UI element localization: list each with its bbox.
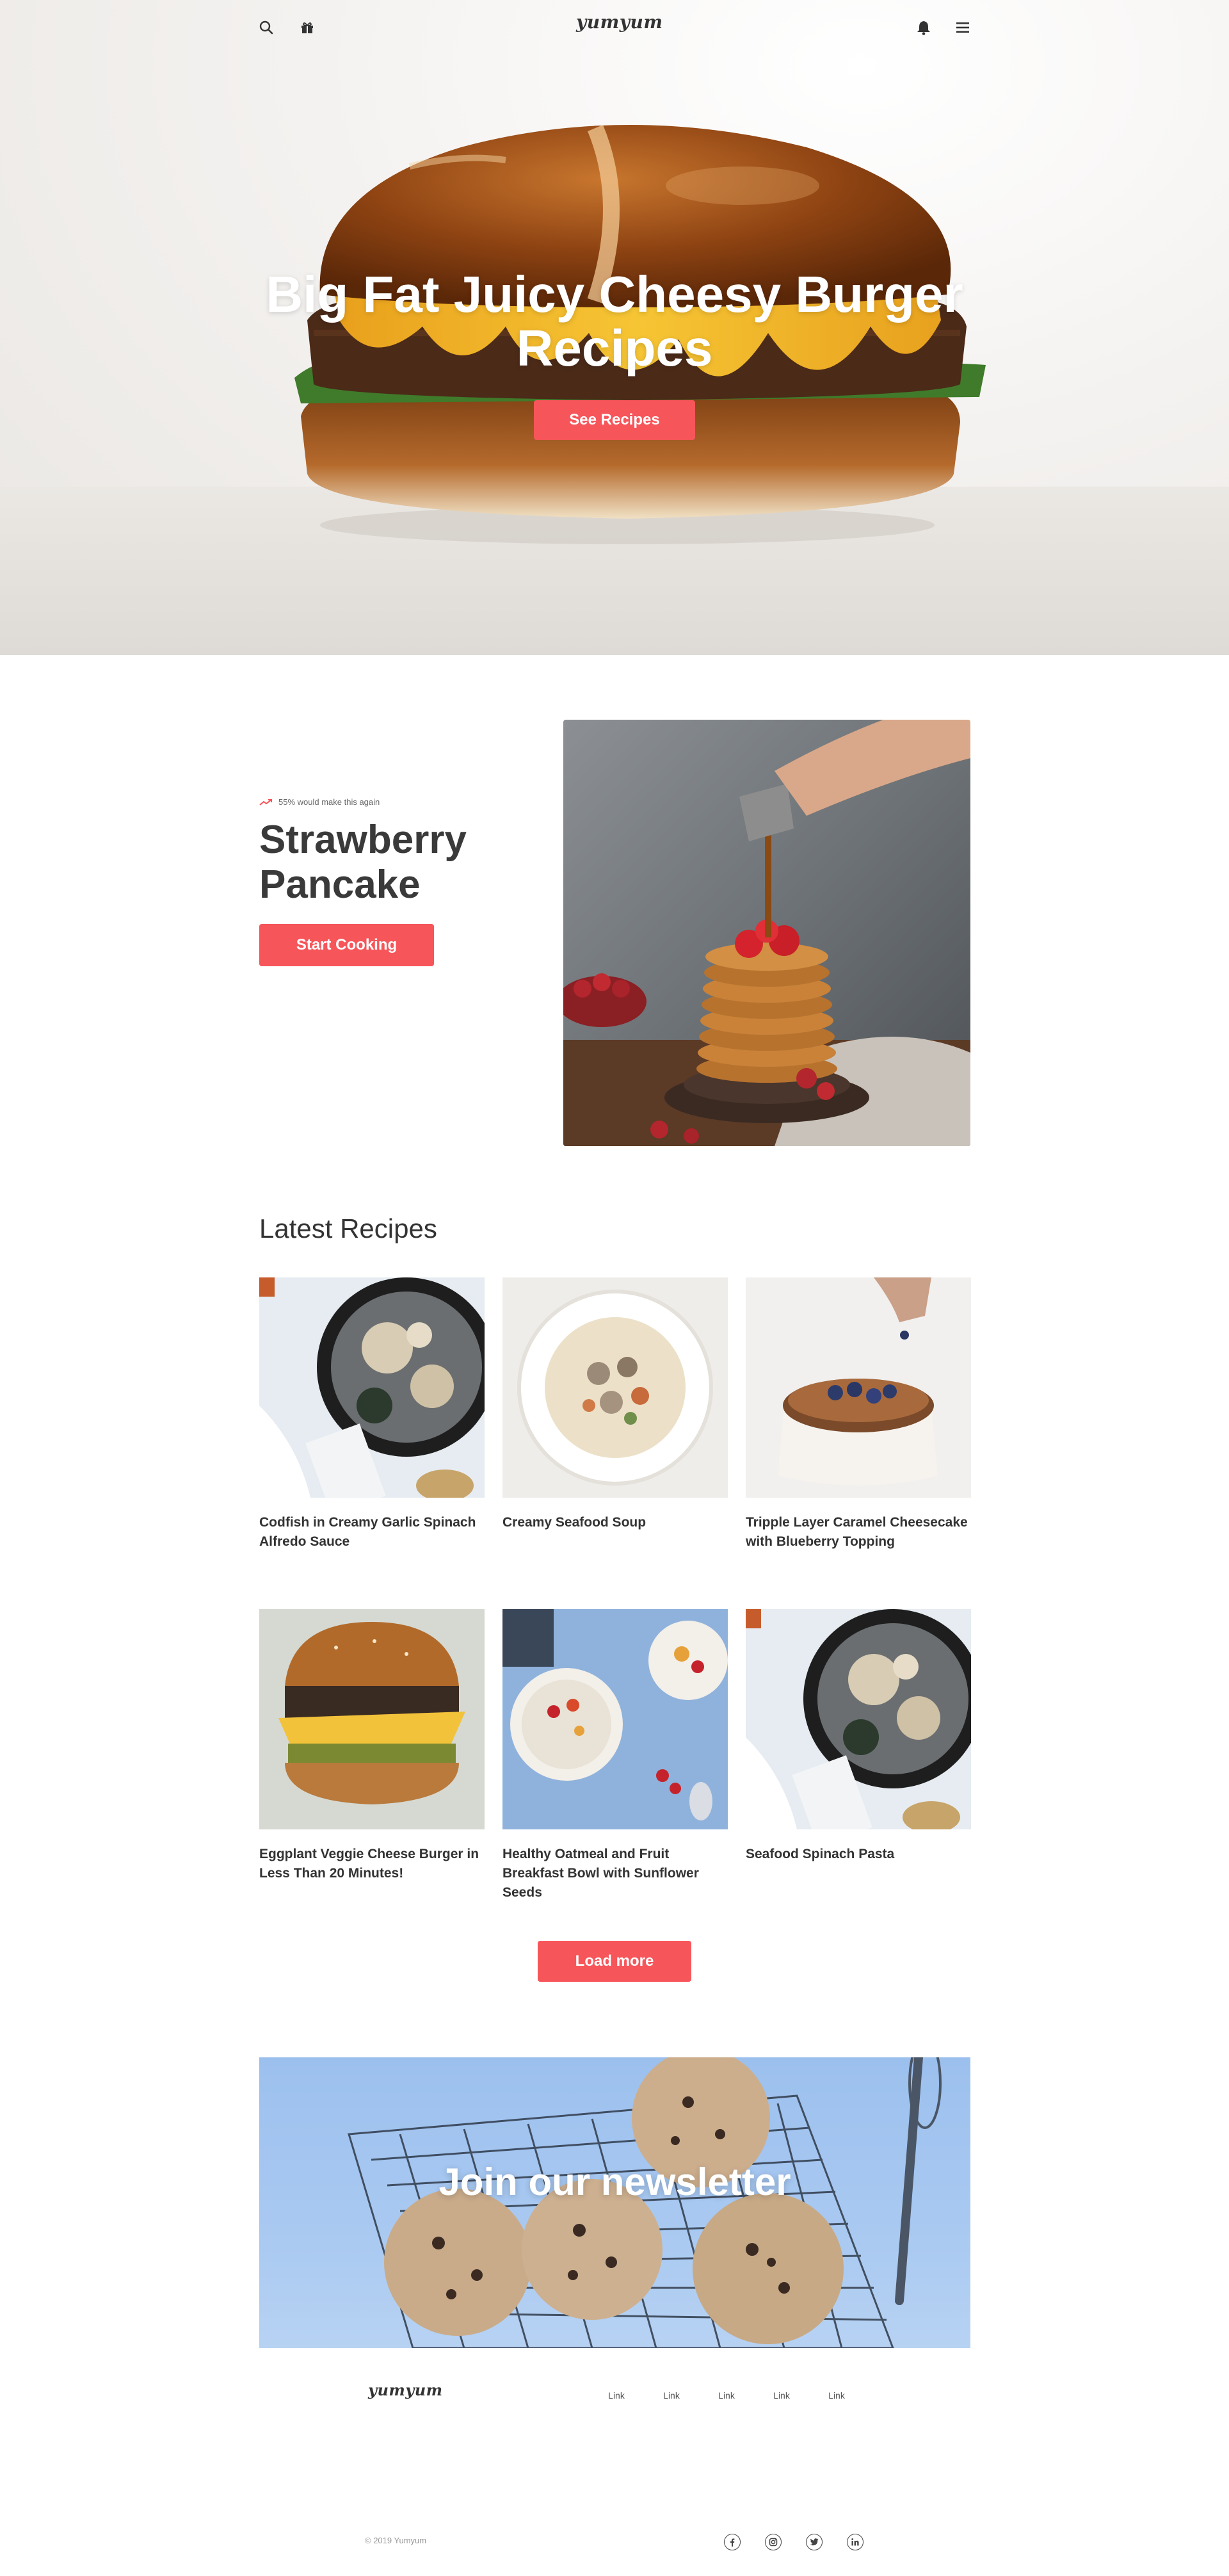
social-links xyxy=(724,2534,864,2550)
newsletter-banner[interactable]: Join our newsletter xyxy=(259,2057,970,2348)
recipe-card[interactable]: Codfish in Creamy Garlic Spinach Alfredo… xyxy=(259,1277,485,1551)
recipe-card[interactable]: Eggplant Veggie Cheese Burger in Less Th… xyxy=(259,1609,485,1883)
start-cooking-button[interactable]: Start Cooking xyxy=(259,924,434,966)
recipe-title[interactable]: Codfish in Creamy Garlic Spinach Alfredo… xyxy=(259,1513,485,1551)
latest-recipes-heading: Latest Recipes xyxy=(259,1213,437,1243)
recipe-image[interactable] xyxy=(259,1277,485,1498)
featured-title: Strawberry Pancake xyxy=(259,818,467,907)
copyright-text: © 2019 Yumyum xyxy=(365,2536,427,2545)
recipe-card[interactable]: Healthy Oatmeal and Fruit Breakfast Bowl… xyxy=(502,1609,728,1902)
trending-icon xyxy=(259,798,272,806)
instagram-icon[interactable] xyxy=(765,2534,782,2550)
recipe-image[interactable] xyxy=(502,1277,728,1498)
facebook-icon[interactable] xyxy=(724,2534,741,2550)
twitter-icon[interactable] xyxy=(806,2534,823,2550)
recipe-title[interactable]: Tripple Layer Caramel Cheesecake with Bl… xyxy=(746,1513,971,1551)
header-logo[interactable]: yumyum xyxy=(576,12,663,33)
footer-link[interactable]: Link xyxy=(773,2390,790,2401)
recipe-title[interactable]: Healthy Oatmeal and Fruit Breakfast Bowl… xyxy=(502,1845,728,1902)
footer-logo[interactable]: yumyum xyxy=(368,2381,442,2399)
footer-nav: Link Link Link Link Link xyxy=(608,2390,845,2401)
footer-link[interactable]: Link xyxy=(663,2390,680,2401)
bell-icon[interactable] xyxy=(914,18,933,37)
hero-title: Big Fat Juicy Cheesy Burger Recipes xyxy=(266,266,963,377)
recipe-image[interactable] xyxy=(502,1609,728,1829)
recipe-title[interactable]: Creamy Seafood Soup xyxy=(502,1513,728,1532)
recipe-card[interactable]: Tripple Layer Caramel Cheesecake with Bl… xyxy=(746,1277,971,1551)
gift-icon[interactable] xyxy=(298,18,317,37)
load-more-button[interactable]: Load more xyxy=(538,1941,691,1982)
recipe-card[interactable]: Creamy Seafood Soup xyxy=(502,1277,728,1532)
rating-badge: 55% would make this again xyxy=(259,797,380,807)
see-recipes-button[interactable]: See Recipes xyxy=(534,400,695,440)
footer-link[interactable]: Link xyxy=(608,2390,625,2401)
footer-link[interactable]: Link xyxy=(828,2390,845,2401)
newsletter-title: Join our newsletter xyxy=(438,2160,791,2203)
menu-icon[interactable] xyxy=(953,18,972,37)
hero-section: yumyum Big Fat Juicy Cheesy Burger Recip… xyxy=(0,0,1229,655)
recipe-image[interactable] xyxy=(259,1609,485,1829)
search-icon[interactable] xyxy=(257,18,276,37)
recipe-title[interactable]: Seafood Spinach Pasta xyxy=(746,1845,971,1864)
rating-text: 55% would make this again xyxy=(278,797,380,807)
recipe-card[interactable]: Seafood Spinach Pasta xyxy=(746,1609,971,1864)
footer-link[interactable]: Link xyxy=(718,2390,735,2401)
recipe-image[interactable] xyxy=(746,1609,971,1829)
recipe-title[interactable]: Eggplant Veggie Cheese Burger in Less Th… xyxy=(259,1845,485,1883)
recipe-image[interactable] xyxy=(746,1277,971,1498)
featured-recipe-image[interactable] xyxy=(563,720,970,1146)
linkedin-icon[interactable] xyxy=(847,2534,864,2550)
